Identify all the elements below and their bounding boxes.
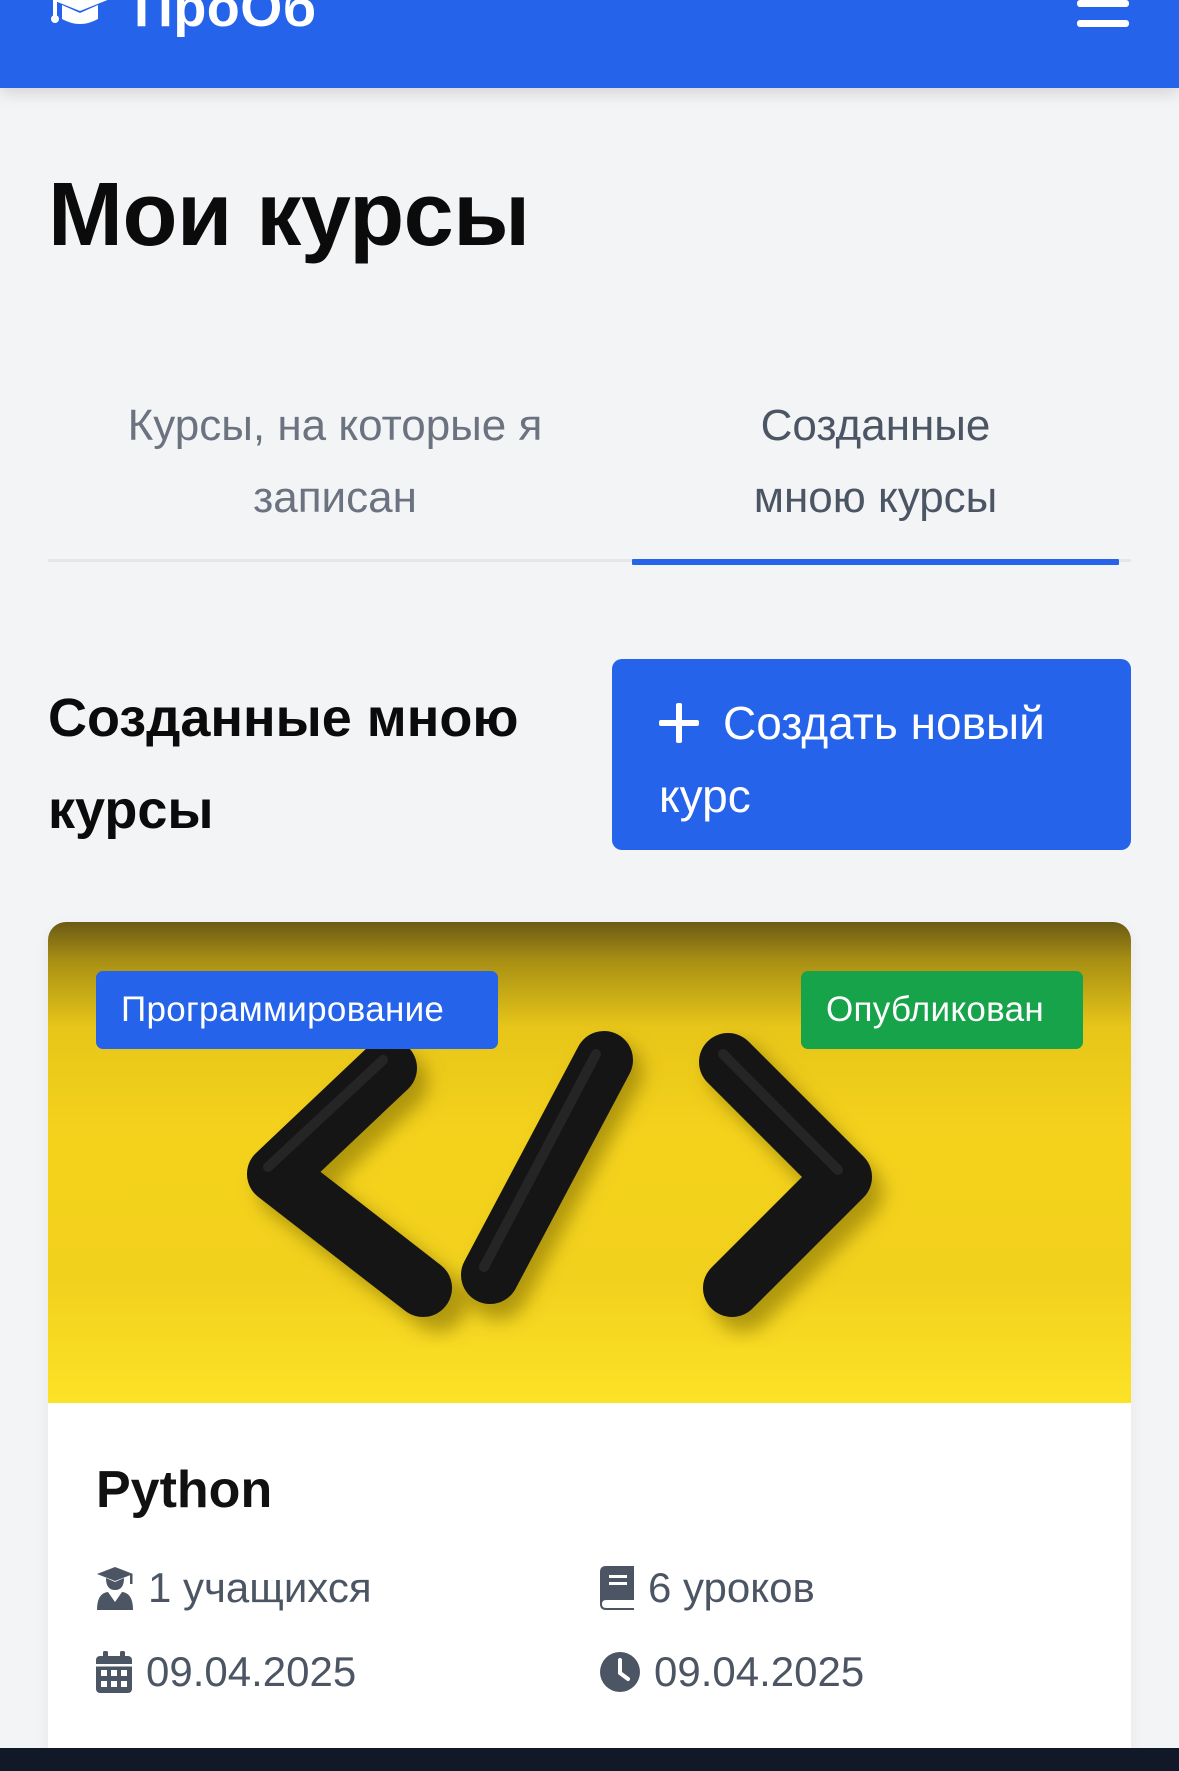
created-date-text: 09.04.2025 xyxy=(146,1648,357,1695)
tab-label: Курсы, на которые я записан xyxy=(127,401,543,522)
hamburger-icon-bar xyxy=(1077,20,1129,27)
tab-label: Созданные мною курсы xyxy=(753,401,998,522)
clock-icon xyxy=(600,1652,640,1692)
tab-enrolled-courses[interactable]: Курсы, на которые я записан xyxy=(48,390,622,562)
hamburger-menu-button[interactable] xyxy=(1075,0,1131,30)
calendar-icon xyxy=(96,1651,132,1693)
created-date: 09.04.2025 xyxy=(96,1642,356,1702)
section-title: Созданные мною курсы xyxy=(48,688,519,840)
brand-name: ПроОб xyxy=(134,0,317,38)
status-badge: Опубликован xyxy=(801,971,1083,1049)
lessons-count-text: 6 уроков xyxy=(648,1564,815,1611)
bottom-bar xyxy=(0,1748,1179,1771)
students-count-text: 1 учащихся xyxy=(148,1564,372,1611)
create-course-label: Создать новый курс xyxy=(659,697,1045,822)
course-card[interactable]: Программирование Опубликован Python 1 уч… xyxy=(48,922,1131,1771)
hamburger-icon xyxy=(1077,0,1129,7)
updated-date-text: 09.04.2025 xyxy=(654,1648,865,1695)
plus-icon xyxy=(659,703,699,743)
category-badge: Программирование xyxy=(96,971,498,1049)
brand-logo[interactable]: ПроОб xyxy=(48,0,317,38)
tab-created-courses[interactable]: Созданные мною курсы xyxy=(632,390,1119,565)
updated-date: 09.04.2025 xyxy=(600,1642,864,1702)
graduation-cap-icon xyxy=(51,0,108,24)
students-count: 1 учащихся xyxy=(96,1558,372,1618)
course-cover-image: Программирование Опубликован xyxy=(48,922,1131,1403)
lessons-count: 6 уроков xyxy=(600,1558,815,1618)
top-navbar: ПроОб xyxy=(0,0,1179,88)
book-icon xyxy=(600,1566,634,1610)
course-tabs: Курсы, на которые я записан Созданные мн… xyxy=(48,390,1131,565)
student-icon xyxy=(97,1567,133,1610)
create-course-button[interactable]: Создать новый курс xyxy=(612,659,1131,850)
course-title: Python xyxy=(96,1461,273,1519)
page-title: Мои курсы xyxy=(48,165,530,265)
